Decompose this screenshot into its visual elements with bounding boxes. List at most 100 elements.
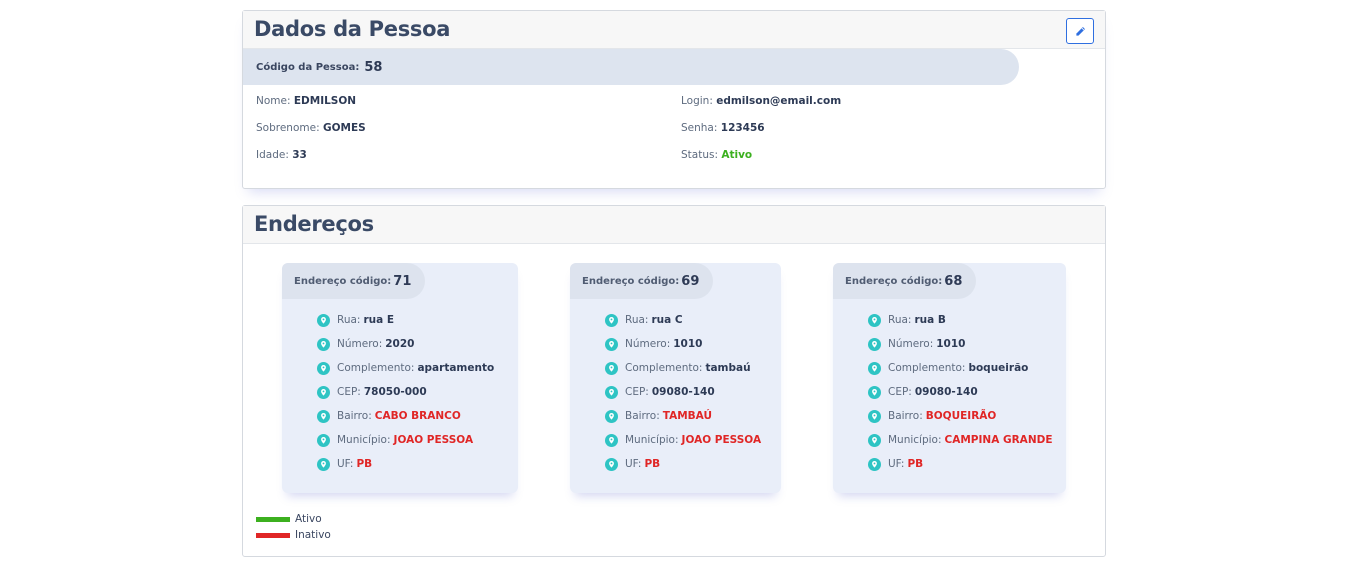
field-status: Status: Ativo bbox=[681, 149, 752, 161]
address-uf-label: UF: bbox=[337, 458, 354, 470]
field-sobrenome-value: GOMES bbox=[322, 122, 366, 134]
map-pin-icon bbox=[317, 433, 330, 447]
address-card: Endereço código: 68 Rua: rua B Número: 101… bbox=[833, 263, 1066, 493]
map-pin-icon bbox=[605, 361, 618, 375]
address-cep: CEP: 09080-140 bbox=[605, 380, 761, 404]
map-pin-icon bbox=[317, 457, 330, 471]
address-complemento-value: boqueirão bbox=[968, 362, 1029, 374]
legend-ativo-swatch bbox=[256, 516, 290, 522]
legend-inativo-label: Inativo bbox=[295, 529, 331, 541]
address-municipio: Município: JOAO PESSOA bbox=[317, 428, 494, 452]
address-municipio-value: CAMPINA GRANDE bbox=[944, 434, 1053, 446]
address-numero-value: 2020 bbox=[385, 338, 415, 350]
address-cep-label: CEP: bbox=[888, 386, 912, 398]
address-cep-value: 78050-000 bbox=[363, 386, 427, 398]
field-idade-label: Idade: bbox=[256, 149, 289, 161]
map-pin-icon bbox=[868, 457, 881, 471]
address-cep-label: CEP: bbox=[337, 386, 361, 398]
pencil-icon bbox=[1075, 26, 1085, 36]
map-pin-icon bbox=[605, 457, 618, 471]
address-cep: CEP: 09080-140 bbox=[868, 380, 1053, 404]
legend-inativo-swatch bbox=[256, 532, 290, 538]
map-pin-icon bbox=[868, 433, 881, 447]
map-pin-icon bbox=[605, 385, 618, 399]
field-senha-value: 123456 bbox=[720, 122, 765, 134]
address-field-list: Rua: rua E Número: 2020 Complemento: aparta… bbox=[317, 308, 494, 476]
address-municipio-label: Município: bbox=[625, 434, 679, 446]
field-nome: Nome: EDMILSON bbox=[256, 95, 356, 107]
map-pin-icon bbox=[605, 409, 618, 423]
address-uf-value: PB bbox=[644, 458, 661, 470]
address-cep-label: CEP: bbox=[625, 386, 649, 398]
field-nome-value: EDMILSON bbox=[293, 95, 357, 107]
address-bairro-label: Bairro: bbox=[625, 410, 660, 422]
address-complemento-value: tambaú bbox=[705, 362, 751, 374]
address-cep-value: 09080-140 bbox=[914, 386, 978, 398]
address-numero: Número: 1010 bbox=[605, 332, 761, 356]
address-numero-value: 1010 bbox=[673, 338, 703, 350]
address-rua-label: Rua: bbox=[337, 314, 361, 326]
address-municipio-label: Município: bbox=[337, 434, 391, 446]
person-code-bar: Código da Pessoa: 58 bbox=[243, 49, 1019, 85]
address-municipio-label: Município: bbox=[888, 434, 942, 446]
address-bairro-value: CABO BRANCO bbox=[374, 410, 461, 422]
person-card: Dados da Pessoa Código da Pessoa: 58 Nom… bbox=[242, 10, 1106, 189]
edit-person-button[interactable] bbox=[1066, 18, 1094, 44]
map-pin-icon bbox=[317, 385, 330, 399]
address-complemento: Complemento: apartamento bbox=[317, 356, 494, 380]
address-rua-value: rua E bbox=[363, 314, 395, 326]
map-pin-icon bbox=[317, 361, 330, 375]
field-sobrenome-label: Sobrenome: bbox=[256, 122, 320, 134]
address-uf: UF: PB bbox=[868, 452, 1053, 476]
field-status-label: Status: bbox=[681, 149, 718, 161]
person-card-title: Dados da Pessoa bbox=[254, 17, 451, 41]
addresses-card-title: Endereços bbox=[254, 212, 374, 236]
map-pin-icon bbox=[868, 385, 881, 399]
address-field-list: Rua: rua C Número: 1010 Complemento: tambaú… bbox=[605, 308, 761, 476]
map-pin-icon bbox=[317, 409, 330, 423]
address-code-bar: Endereço código: 69 bbox=[570, 263, 714, 299]
address-code-bar: Endereço código: 68 bbox=[833, 263, 977, 299]
address-cep-value: 09080-140 bbox=[651, 386, 715, 398]
address-uf-value: PB bbox=[356, 458, 373, 470]
address-municipio: Município: CAMPINA GRANDE bbox=[868, 428, 1053, 452]
person-card-header: Dados da Pessoa bbox=[243, 11, 1105, 49]
address-complemento: Complemento: boqueirão bbox=[868, 356, 1053, 380]
address-bairro-value: TAMBAÚ bbox=[662, 410, 713, 422]
address-bairro-label: Bairro: bbox=[888, 410, 923, 422]
map-pin-icon bbox=[605, 433, 618, 447]
address-code-value: 71 bbox=[393, 273, 412, 289]
address-rua: Rua: rua E bbox=[317, 308, 494, 332]
address-bairro: Bairro: BOQUEIRÃO bbox=[868, 404, 1053, 428]
address-uf: UF: PB bbox=[317, 452, 494, 476]
address-rua-value: rua C bbox=[651, 314, 683, 326]
map-pin-icon bbox=[868, 361, 881, 375]
address-complemento: Complemento: tambaú bbox=[605, 356, 761, 380]
address-complemento-label: Complemento: bbox=[337, 362, 415, 374]
map-pin-icon bbox=[605, 337, 618, 351]
address-complemento-label: Complemento: bbox=[625, 362, 703, 374]
address-code-value: 69 bbox=[681, 273, 700, 289]
field-login-label: Login: bbox=[681, 95, 713, 107]
map-pin-icon bbox=[868, 313, 881, 327]
address-numero: Número: 2020 bbox=[317, 332, 494, 356]
person-code-label: Código da Pessoa: bbox=[256, 61, 360, 73]
address-rua: Rua: rua C bbox=[605, 308, 761, 332]
legend-ativo: Ativo bbox=[256, 513, 322, 525]
field-nome-label: Nome: bbox=[256, 95, 291, 107]
address-rua-label: Rua: bbox=[888, 314, 912, 326]
address-rua-label: Rua: bbox=[625, 314, 649, 326]
address-numero-label: Número: bbox=[888, 338, 934, 350]
map-pin-icon bbox=[317, 313, 330, 327]
map-pin-icon bbox=[317, 337, 330, 351]
address-uf-label: UF: bbox=[888, 458, 905, 470]
address-cep: CEP: 78050-000 bbox=[317, 380, 494, 404]
address-uf: UF: PB bbox=[605, 452, 761, 476]
address-uf-label: UF: bbox=[625, 458, 642, 470]
address-bairro-label: Bairro: bbox=[337, 410, 372, 422]
field-sobrenome: Sobrenome: GOMES bbox=[256, 122, 366, 134]
address-field-list: Rua: rua B Número: 1010 Complemento: boquei… bbox=[868, 308, 1053, 476]
address-uf-value: PB bbox=[907, 458, 924, 470]
address-rua: Rua: rua B bbox=[868, 308, 1053, 332]
address-bairro: Bairro: TAMBAÚ bbox=[605, 404, 761, 428]
